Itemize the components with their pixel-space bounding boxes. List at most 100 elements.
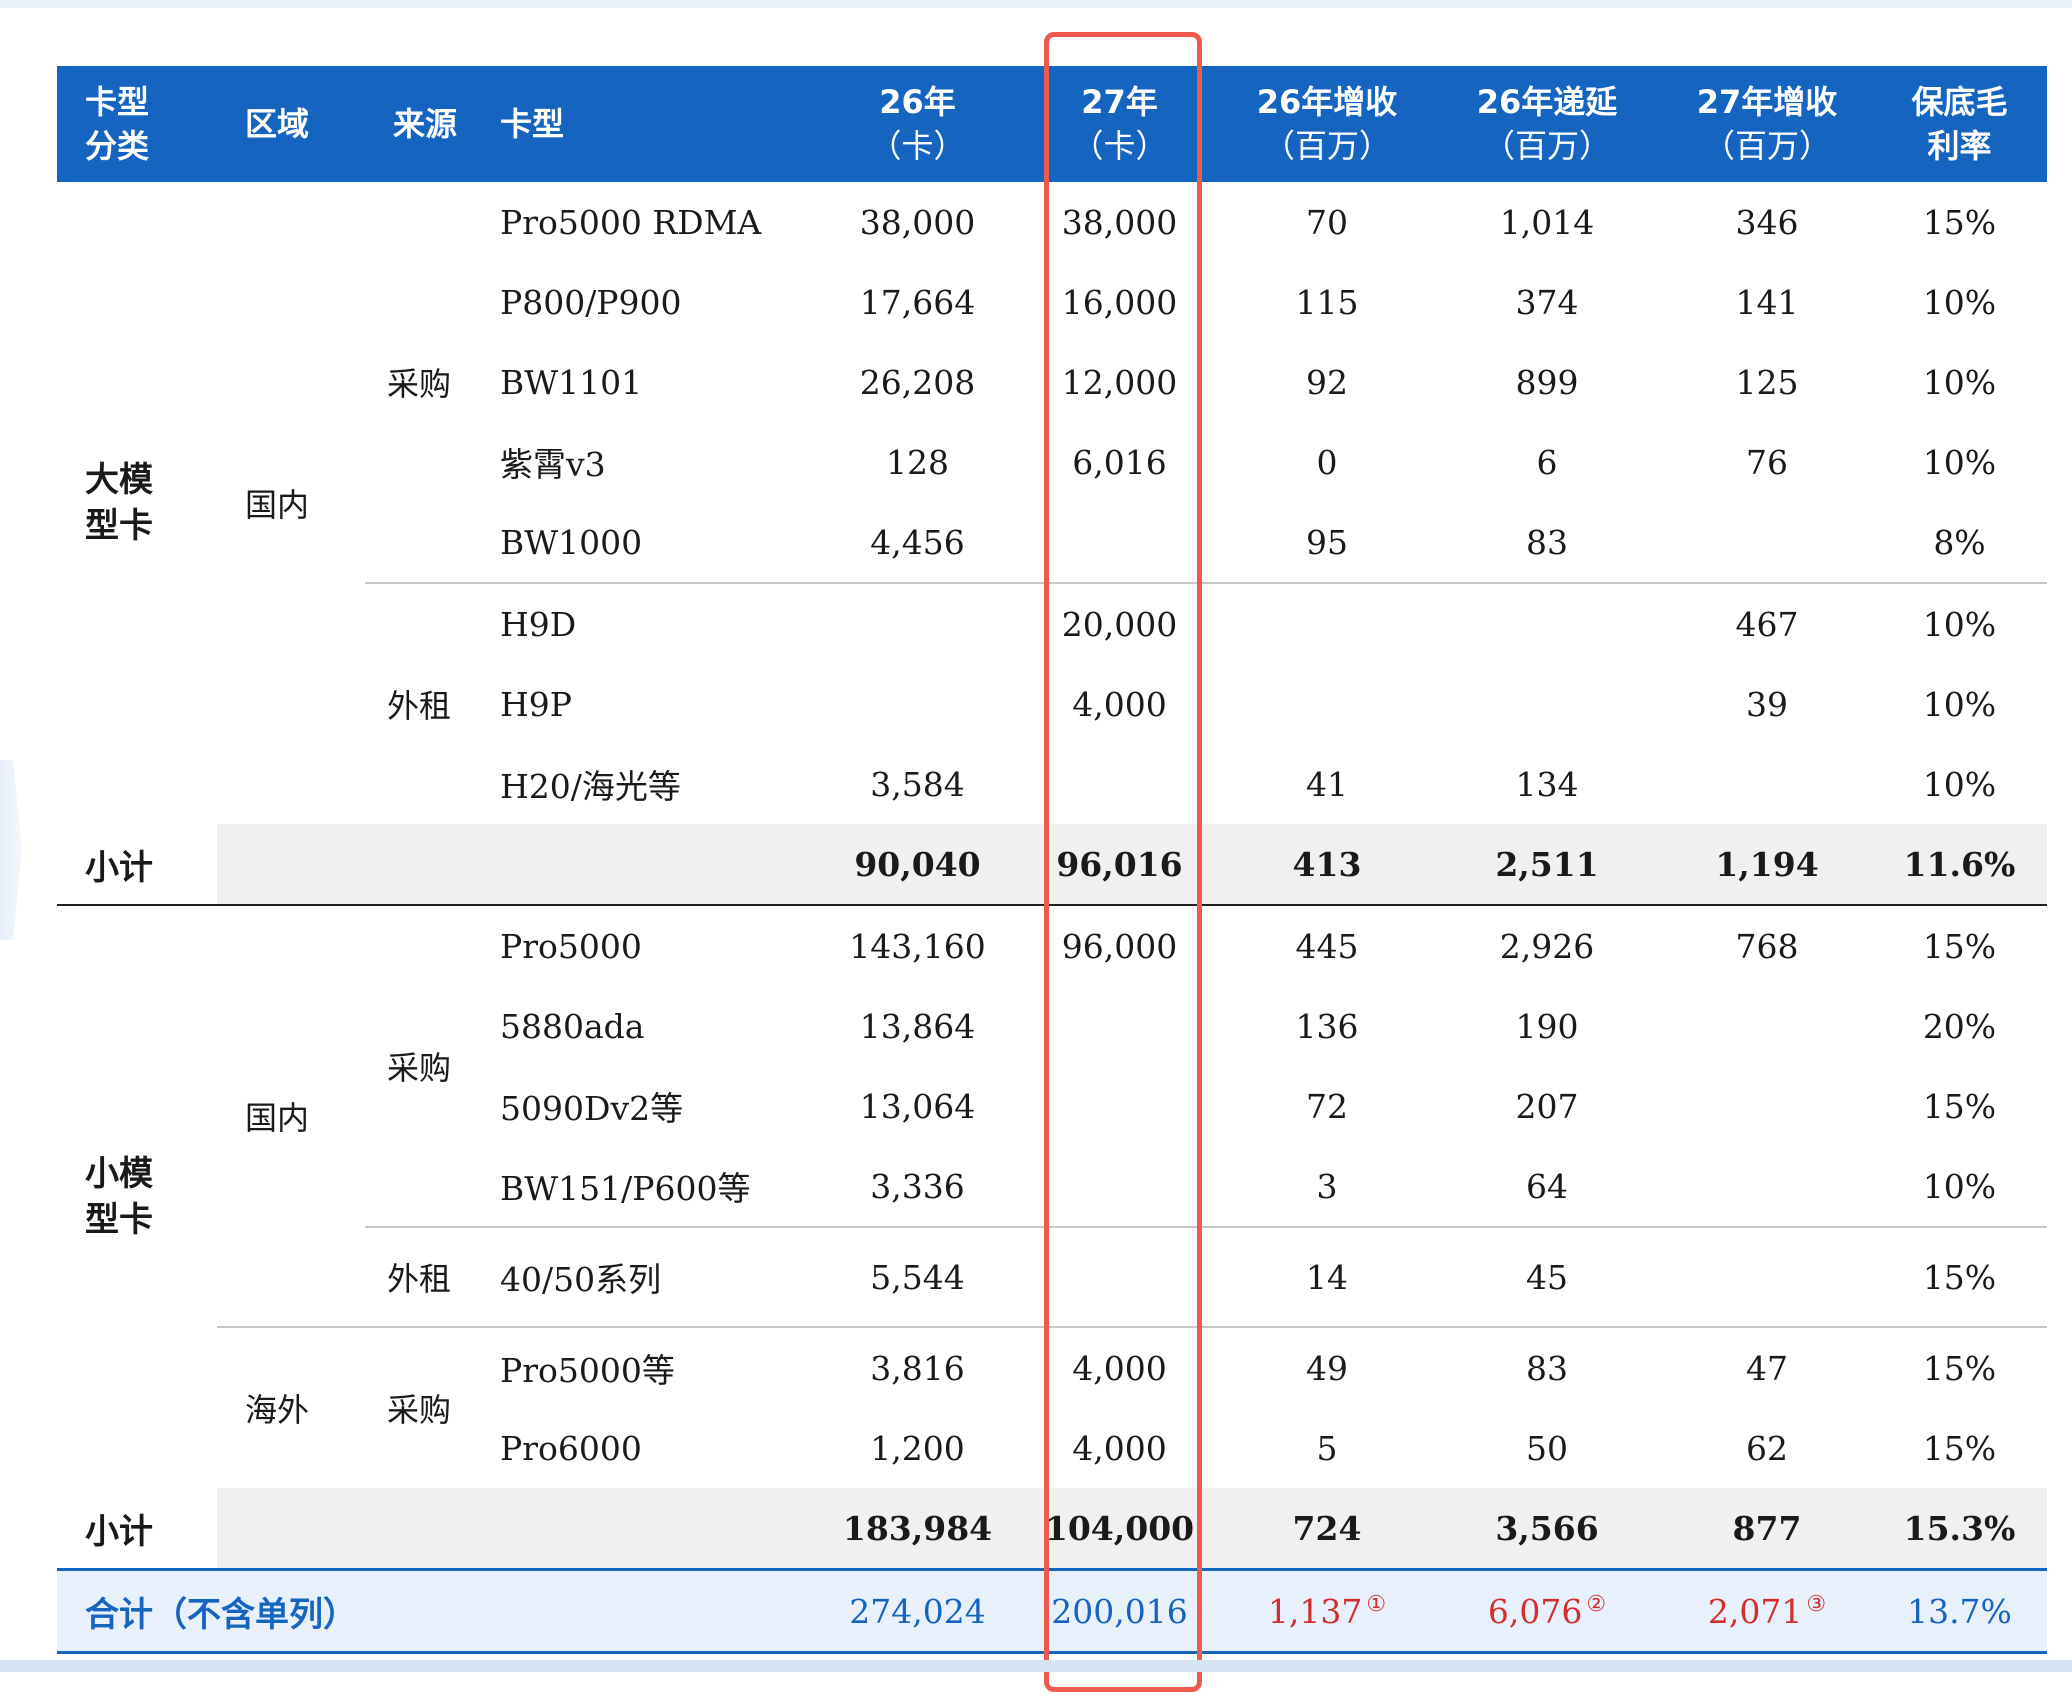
cell-margin: 8% [1933,522,1986,562]
total-inc27: 2,071 ③ [1662,1569,1872,1654]
cell-model: Pro6000 [500,1428,642,1468]
header-region: 区域 [217,66,365,182]
cell-inc27: 768 [1735,926,1799,966]
cell-inc27: 62 [1746,1428,1788,1468]
cell-inc27: 39 [1746,684,1788,724]
cell-inc26: 3 [1316,1166,1338,1206]
cell-y26: 128 [886,442,949,482]
cell-inc27: 346 [1735,202,1799,242]
header-card-category: 卡型 分类 [57,66,217,182]
header-2026-cards: 26年 （卡） [818,66,1017,182]
cell-inc26: 136 [1295,1006,1359,1046]
cell-margin: 15% [1922,926,1997,966]
cell-y26: 3,336 [870,1166,965,1206]
subtotal-label: 小计 [57,1488,217,1571]
cell-def26: 50 [1526,1428,1568,1468]
cell-def26: 45 [1432,1226,1662,1327]
cell-def26: 83 [1432,1326,1662,1408]
cell-def26: 1,014 [1499,202,1595,242]
subtotal-inc26: 413 [1222,824,1432,906]
cell-def26: 207 [1515,1086,1579,1126]
cell-y26: 13,064 [859,1086,976,1126]
cell-y27: 4,000 [1072,1428,1167,1468]
cell-inc26: 115 [1295,282,1359,322]
subtotal-inc27: 877 [1662,1488,1872,1571]
subtotal-row-large: 小计 90,040 96,016 413 2,511 1,194 11.6% [57,824,2047,906]
cell-inc27: 47 [1662,1326,1872,1408]
region-overseas: 海外 [217,1326,365,1488]
cell-def26 [1432,664,1662,744]
cell-def26: 2,926 [1499,926,1595,966]
cell-margin: 10% [1872,582,2047,664]
cell-margin: 10% [1922,684,1997,724]
cell-inc26: 95 [1306,522,1348,562]
cell-model: Pro5000 [500,926,642,966]
cell-y26: 26,208 [859,362,976,402]
cell-inc26: 72 [1306,1086,1348,1126]
cell-model: Pro5000 RDMA [500,202,762,242]
cell-inc26 [1222,582,1432,664]
subtotal-row-small: 小计 183,984 104,000 724 3,566 877 15.3% [57,1488,2047,1571]
subtotal-def26: 3,566 [1432,1488,1662,1571]
subtotal-y26: 183,984 [818,1488,1017,1571]
cell-model: H20/海光等 [500,767,681,806]
cell-inc27: 141 [1735,282,1799,322]
cell-y26: 17,664 [859,282,976,322]
cell-y26: 1,200 [870,1428,965,1468]
cell-def26: 374 [1515,282,1579,322]
cell-model: 40/50系列 [490,1226,818,1327]
total-y27: 200,016 [1017,1569,1222,1654]
cell-margin: 10% [1922,1166,1997,1206]
cell-def26: 64 [1526,1166,1568,1206]
total-y26: 274,024 [818,1569,1017,1654]
header-2026-deferred: 26年递延 （百万） [1432,66,1662,182]
cell-def26: 83 [1526,522,1568,562]
total-row: 合计（不含单列） 274,024 200,016 1,137 ① 6,076 ② 2… [57,1569,2047,1654]
cell-margin: 15% [1872,1226,2047,1327]
total-margin: 13.7% [1872,1569,2047,1654]
region-domestic: 国内 [245,486,310,524]
cell-def26: 899 [1515,362,1579,402]
cell-def26: 134 [1515,764,1579,804]
cell-y26: 3,584 [870,764,965,804]
cell-y27 [1017,744,1222,824]
cell-margin: 10% [1922,764,1997,804]
cell-inc27: 467 [1662,582,1872,664]
cell-model: Pro5000等 [490,1326,818,1408]
source-rent: 外租 [365,1226,490,1327]
cell-inc27 [1662,502,1872,583]
cell-y27: 12,000 [1061,362,1178,402]
total-def26: 6,076 ② [1432,1569,1662,1654]
subtotal-inc26: 724 [1222,1488,1432,1571]
total-inc26: 1,137 ① [1222,1569,1432,1654]
cell-y26: 13,864 [859,1006,976,1046]
cell-inc27: 76 [1746,442,1788,482]
cell-margin: 15% [1922,202,1997,242]
footnote-marker-2: ② [1586,1591,1607,1617]
cell-inc26: 70 [1306,202,1348,242]
cell-y27 [1017,986,1222,1066]
subtotal-margin: 15.3% [1872,1488,2047,1571]
source-purchase: 采购 [387,365,452,403]
cell-y27 [1017,1226,1222,1327]
cell-y26: 4,456 [870,522,965,562]
cell-inc26: 41 [1306,764,1348,804]
cell-y27: 96,000 [1061,926,1178,966]
side-chevron-decoration [0,760,22,940]
group-small-model: 小模 型卡 [85,1154,153,1240]
subtotal-y27: 96,016 [1017,824,1222,906]
cell-margin: 10% [1922,362,1997,402]
cell-inc27 [1662,986,1872,1066]
cell-model: 5090Dv2等 [500,1089,684,1128]
cell-y26 [818,582,1017,664]
header-2026-revenue: 26年增收 （百万） [1222,66,1432,182]
header-guaranteed-margin: 保底毛 利率 [1872,66,2047,182]
subtotal-def26: 2,511 [1432,824,1662,906]
cell-margin: 10% [1922,282,1997,322]
cell-model: H9D [490,582,818,664]
cell-margin: 10% [1922,442,1997,482]
cell-y27: 4,000 [1072,684,1167,724]
cell-y26: 38,000 [859,202,976,242]
cell-inc27: 125 [1735,362,1799,402]
card-revenue-table: 卡型 分类 区域 来源 卡型 26年 （卡） 27年 （卡） 26年增收 （百万） 26… [57,66,2047,1654]
